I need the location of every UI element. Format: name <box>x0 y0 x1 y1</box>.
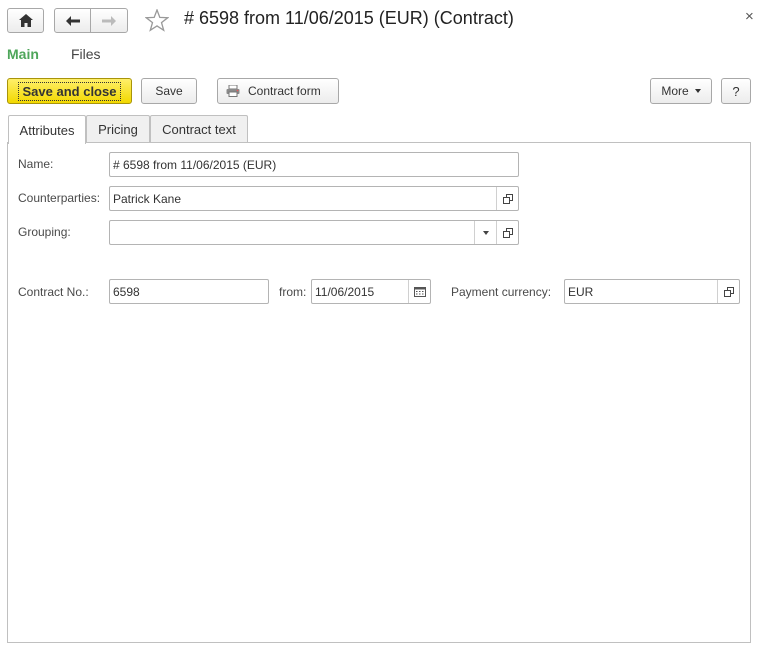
save-label: Save <box>155 84 183 98</box>
name-value: # 6598 from 11/06/2015 (EUR) <box>113 157 277 172</box>
from-label: from: <box>279 285 307 299</box>
payment-currency-field[interactable]: EUR <box>564 279 740 304</box>
more-label: More <box>661 84 689 98</box>
name-label: Name: <box>18 157 54 171</box>
dropdown-icon[interactable] <box>474 221 496 244</box>
counterparties-label: Counterparties: <box>18 191 101 205</box>
grouping-label: Grouping: <box>18 225 71 239</box>
tab-attributes[interactable]: Attributes <box>8 115 86 144</box>
home-icon <box>18 14 33 27</box>
home-button[interactable] <box>7 8 44 33</box>
save-button[interactable]: Save <box>141 78 197 104</box>
arrow-left-icon <box>65 15 80 26</box>
tab-contract-text[interactable]: Contract text <box>150 115 248 143</box>
contract-no-value: 6598 <box>113 284 140 299</box>
close-icon[interactable]: × <box>745 8 754 25</box>
section-files[interactable]: Files <box>71 46 101 62</box>
arrow-right-icon <box>102 15 116 26</box>
help-label: ? <box>732 83 740 99</box>
from-date-field[interactable]: 11/06/2015 <box>311 279 431 304</box>
contract-no-label: Contract No.: <box>18 285 89 299</box>
grouping-field[interactable] <box>109 220 519 245</box>
payment-currency-value: EUR <box>568 284 594 299</box>
calendar-icon[interactable] <box>408 280 430 303</box>
payment-currency-label: Payment currency: <box>451 285 552 299</box>
open-icon[interactable] <box>717 280 739 303</box>
tab-contract-text-label: Contract text <box>162 122 236 137</box>
from-date-value: 11/06/2015 <box>315 284 375 299</box>
tab-attributes-label: Attributes <box>19 122 75 138</box>
open-icon[interactable] <box>496 187 518 210</box>
tab-pricing[interactable]: Pricing <box>86 115 150 143</box>
section-main[interactable]: Main <box>7 46 39 62</box>
help-button[interactable]: ? <box>721 78 751 104</box>
contract-form-button[interactable]: Contract form <box>217 78 339 104</box>
counterparties-value: Patrick Kane <box>113 191 182 206</box>
forward-button[interactable] <box>90 8 128 33</box>
save-and-close-label: Save and close <box>17 81 122 101</box>
page-title: # 6598 from 11/06/2015 (EUR) (Contract) <box>184 8 514 28</box>
star-icon[interactable] <box>144 8 170 35</box>
printer-icon <box>226 85 240 97</box>
counterparties-field[interactable]: Patrick Kane <box>109 186 519 211</box>
tab-pricing-label: Pricing <box>98 122 138 137</box>
name-field[interactable]: # 6598 from 11/06/2015 (EUR) <box>109 152 519 177</box>
save-and-close-button[interactable]: Save and close <box>7 78 132 104</box>
contract-no-field[interactable]: 6598 <box>109 279 269 304</box>
contract-form-label: Contract form <box>248 84 321 98</box>
open-icon[interactable] <box>496 221 518 244</box>
more-button[interactable]: More <box>650 78 712 104</box>
attributes-panel <box>7 142 751 643</box>
back-button[interactable] <box>54 8 91 33</box>
chevron-down-icon <box>694 89 701 93</box>
